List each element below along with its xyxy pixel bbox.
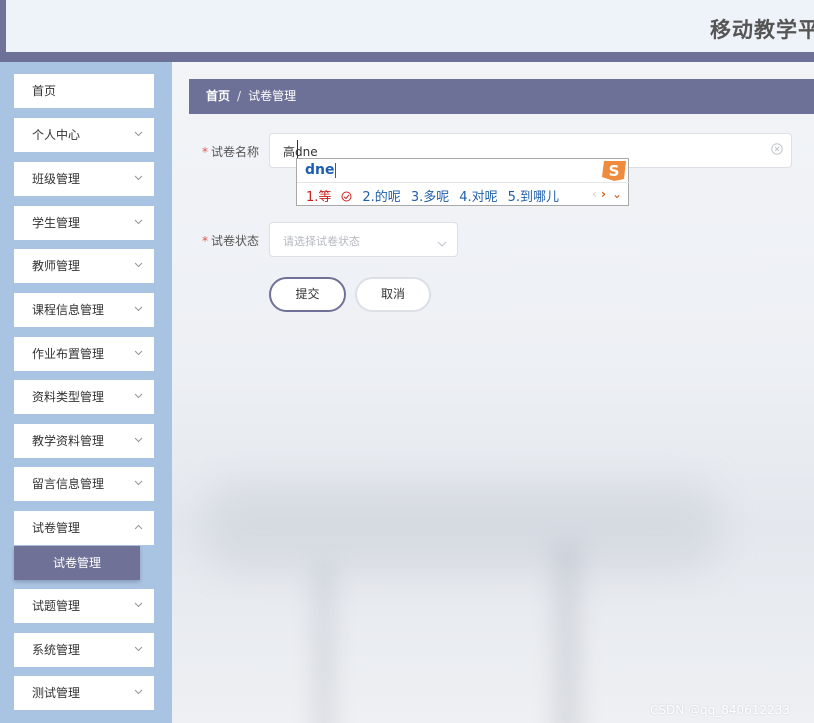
breadcrumb-home[interactable]: 首页 <box>206 89 230 103</box>
sidebar-item-label: 个人中心 <box>32 128 81 142</box>
text-cursor <box>297 140 298 158</box>
sidebar-item-label: 试题管理 <box>32 599 81 613</box>
chevron-down-icon <box>134 206 144 240</box>
breadcrumb-separator: / <box>237 89 242 103</box>
sidebar-item-home[interactable]: 首页 <box>14 74 154 108</box>
sidebar-item-teacher-management[interactable]: 教师管理 <box>14 249 154 283</box>
chevron-down-icon <box>134 467 144 501</box>
status-placeholder: 请选择试卷状态 <box>283 235 360 248</box>
sidebar-item-question[interactable]: 试题管理 <box>14 589 154 623</box>
ime-candidate-window: dne S 1.等 2.的呢 3.多呢 4.对呢 5.到哪儿 ‹ › ⌄ <box>296 158 630 206</box>
sidebar-item-homework[interactable]: 作业布置管理 <box>14 337 154 371</box>
paper-status-label: * 试卷状态 <box>201 234 259 248</box>
ime-pinyin: dne <box>305 162 337 178</box>
sidebar-item-label: 系统管理 <box>32 643 81 657</box>
sidebar-item-label: 试卷管理 <box>32 521 81 535</box>
breadcrumb-current: 试卷管理 <box>248 89 297 103</box>
top-header: 移动教学平 <box>0 0 814 52</box>
chevron-down-icon <box>134 511 144 545</box>
ime-candidate[interactable]: 4.对呢 <box>459 190 497 205</box>
chevron-left-icon[interactable]: ‹ <box>592 187 597 201</box>
chevron-down-icon <box>134 293 144 327</box>
cancel-button[interactable]: 取消 <box>355 277 431 312</box>
svg-text:S: S <box>609 162 620 180</box>
sidebar-item-student-management[interactable]: 学生管理 <box>14 206 154 240</box>
app-title: 移动教学平 <box>710 18 814 42</box>
chevron-down-icon <box>134 118 144 152</box>
sidebar-item-label: 课程信息管理 <box>32 303 105 317</box>
chevron-down-icon <box>134 589 144 623</box>
background-image <box>312 562 336 723</box>
chevron-down-icon <box>134 337 144 371</box>
sidebar-item-teaching-material[interactable]: 教学资料管理 <box>14 424 154 458</box>
sidebar-item-personal-center[interactable]: 个人中心 <box>14 118 154 152</box>
paper-status-select[interactable]: 请选择试卷状态 <box>269 222 458 257</box>
background-image <box>202 482 722 572</box>
ime-candidate[interactable]: 5.到哪儿 <box>508 190 559 205</box>
sidebar-item-label: 作业布置管理 <box>32 347 105 361</box>
chevron-down-icon[interactable]: ⌄ <box>612 187 622 201</box>
sidebar-item-class-management[interactable]: 班级管理 <box>14 162 154 196</box>
sidebar-item-system[interactable]: 系统管理 <box>14 633 154 667</box>
paper-name-label: * 试卷名称 <box>201 145 259 159</box>
sidebar-item-course-info[interactable]: 课程信息管理 <box>14 293 154 327</box>
sidebar: 首页 个人中心 班级管理 学生管理 教师管理 课程信息管理 作业布置管理 资料类… <box>0 62 172 723</box>
chevron-down-icon <box>134 162 144 196</box>
sidebar-item-label: 首页 <box>32 84 57 98</box>
sidebar-item-messages[interactable]: 留言信息管理 <box>14 467 154 501</box>
sidebar-item-exam-paper[interactable]: 试卷管理 <box>14 511 154 545</box>
sidebar-item-test[interactable]: 测试管理 <box>14 676 154 710</box>
sogou-logo-icon: S <box>600 159 628 183</box>
required-mark: * <box>201 145 208 159</box>
sidebar-item-label: 资料类型管理 <box>32 390 105 404</box>
chevron-down-icon <box>437 236 447 250</box>
ime-candidate[interactable]: 3.多呢 <box>411 190 449 205</box>
background-image <box>552 542 582 723</box>
required-mark: * <box>201 234 208 248</box>
ime-candidate[interactable]: 2.的呢 <box>362 190 400 205</box>
ime-candidates: 1.等 2.的呢 3.多呢 4.对呢 5.到哪儿 <box>306 186 569 205</box>
chevron-down-icon <box>134 380 144 414</box>
sidebar-item-label: 班级管理 <box>32 172 81 186</box>
chevron-down-icon <box>134 676 144 710</box>
header-divider <box>0 52 814 62</box>
clear-icon[interactable] <box>771 143 783 158</box>
sidebar-item-material-type[interactable]: 资料类型管理 <box>14 380 154 414</box>
watermark: CSDN @qq_840612233 <box>650 703 790 717</box>
chevron-down-icon <box>134 249 144 283</box>
sidebar-item-label: 留言信息管理 <box>32 477 105 491</box>
ime-candidate[interactable]: 1.等 <box>306 190 331 205</box>
sidebar-item-label: 教学资料管理 <box>32 434 105 448</box>
sidebar-item-label: 学生管理 <box>32 216 81 230</box>
ime-nav: ‹ › ⌄ <box>592 187 622 201</box>
sidebar-item-label: 测试管理 <box>32 686 81 700</box>
chevron-down-icon <box>134 633 144 667</box>
sidebar-item-label: 教师管理 <box>32 259 81 273</box>
submenu-item-exam-paper[interactable]: 试卷管理 <box>14 546 140 580</box>
submit-button[interactable]: 提交 <box>269 277 346 312</box>
chevron-right-icon[interactable]: › <box>601 187 606 201</box>
main-content: 首页 / 试卷管理 * 试卷名称 高dne dne S 1.等 2.的呢 3.多呢 4.对呢… <box>172 62 814 723</box>
breadcrumb: 首页 / 试卷管理 <box>189 79 814 114</box>
check-circle-icon <box>341 191 352 202</box>
chevron-down-icon <box>134 424 144 458</box>
